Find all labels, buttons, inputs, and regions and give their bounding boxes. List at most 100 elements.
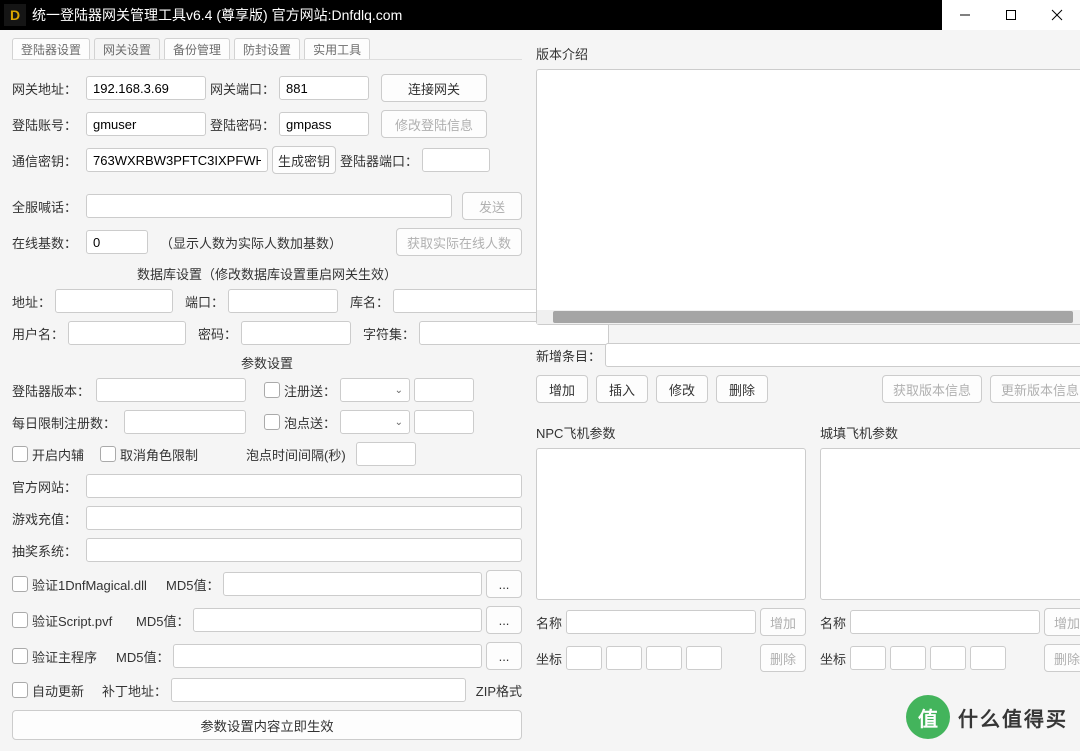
- verify-dll-md5-input[interactable]: [223, 572, 482, 596]
- delete-button[interactable]: 删除: [716, 375, 768, 403]
- send-button[interactable]: 发送: [462, 192, 522, 220]
- scrollbar-horizontal[interactable]: [537, 310, 1080, 324]
- db-pass-input[interactable]: [241, 321, 351, 345]
- tab-login-settings[interactable]: 登陆器设置: [12, 38, 90, 59]
- connect-gateway-button[interactable]: 连接网关: [381, 74, 487, 102]
- game-recharge-input[interactable]: [86, 506, 522, 530]
- reg-bonus-select[interactable]: ⌄: [340, 378, 410, 402]
- broadcast-input[interactable]: [86, 194, 452, 218]
- tab-bar: 登陆器设置 网关设置 备份管理 防封设置 实用工具: [12, 38, 522, 60]
- reg-bonus-checkbox[interactable]: [264, 382, 280, 398]
- onlinebase-hint: （显示人数为实际人数加基数）: [160, 233, 342, 252]
- db-name-label: 库名：: [350, 292, 389, 311]
- verify-main-md5-input[interactable]: [173, 644, 482, 668]
- tab-antiban[interactable]: 防封设置: [234, 38, 300, 59]
- add-button[interactable]: 增加: [536, 375, 588, 403]
- minimize-button[interactable]: [942, 0, 988, 30]
- npc-coord-4[interactable]: [686, 646, 722, 670]
- tab-gateway-settings[interactable]: 网关设置: [94, 38, 160, 59]
- bubble-interval-input[interactable]: [356, 442, 416, 466]
- verify-main-browse-button[interactable]: ...: [486, 642, 522, 670]
- db-addr-input[interactable]: [55, 289, 173, 313]
- verify-pvf-checkbox[interactable]: [12, 612, 28, 628]
- verify-dll-browse-button[interactable]: ...: [486, 570, 522, 598]
- auto-update-label: 自动更新: [32, 681, 84, 700]
- auto-update-checkbox[interactable]: [12, 682, 28, 698]
- daily-reg-input[interactable]: [124, 410, 246, 434]
- close-button[interactable]: [1034, 0, 1080, 30]
- db-user-input[interactable]: [68, 321, 186, 345]
- official-site-label: 官方网站：: [12, 477, 82, 496]
- city-name-label: 名称: [820, 613, 846, 632]
- new-item-input[interactable]: [605, 343, 1080, 367]
- tab-tools[interactable]: 实用工具: [304, 38, 370, 59]
- reg-bonus-input[interactable]: [414, 378, 474, 402]
- version-label: 登陆器版本：: [12, 381, 92, 400]
- apply-params-button[interactable]: 参数设置内容立即生效: [12, 710, 522, 740]
- bubble-bonus-select[interactable]: ⌄: [340, 410, 410, 434]
- watermark-icon: 值: [906, 695, 950, 739]
- verify-dll-checkbox[interactable]: [12, 576, 28, 592]
- update-version-info-button[interactable]: 更新版本信息: [990, 375, 1080, 403]
- get-version-info-button[interactable]: 获取版本信息: [882, 375, 982, 403]
- db-port-label: 端口：: [185, 292, 224, 311]
- genkey-button[interactable]: 生成密钥: [272, 146, 336, 174]
- city-coord-3[interactable]: [930, 646, 966, 670]
- enable-aid-label: 开启内辅: [32, 445, 84, 464]
- loginport-input[interactable]: [422, 148, 490, 172]
- npc-add-button[interactable]: 增加: [760, 608, 806, 636]
- city-coord-2[interactable]: [890, 646, 926, 670]
- db-port-input[interactable]: [228, 289, 338, 313]
- city-coord-4[interactable]: [970, 646, 1006, 670]
- modify-login-button[interactable]: 修改登陆信息: [381, 110, 487, 138]
- cancel-role-limit-checkbox[interactable]: [100, 446, 116, 462]
- gateway-port-input[interactable]: [279, 76, 369, 100]
- version-textarea[interactable]: [536, 69, 1080, 325]
- city-del-button[interactable]: 删除: [1044, 644, 1080, 672]
- bubble-bonus-input[interactable]: [414, 410, 474, 434]
- version-input[interactable]: [96, 378, 246, 402]
- verify-pvf-browse-button[interactable]: ...: [486, 606, 522, 634]
- login-pass-input[interactable]: [279, 112, 369, 136]
- bubble-interval-label: 泡点时间间隔(秒): [246, 445, 346, 464]
- city-list[interactable]: [820, 448, 1080, 600]
- zip-label: ZIP格式: [476, 681, 522, 700]
- login-user-input[interactable]: [86, 112, 206, 136]
- commkey-input[interactable]: [86, 148, 268, 172]
- lottery-input[interactable]: [86, 538, 522, 562]
- gateway-addr-input[interactable]: [86, 76, 206, 100]
- title-bar: D 统一登陆器网关管理工具v6.4 (尊享版) 官方网站:Dnfdlq.com: [0, 0, 1080, 30]
- insert-button[interactable]: 插入: [596, 375, 648, 403]
- enable-aid-checkbox[interactable]: [12, 446, 28, 462]
- npc-list[interactable]: [536, 448, 806, 600]
- get-online-button[interactable]: 获取实际在线人数: [396, 228, 522, 256]
- chevron-down-icon: ⌄: [395, 385, 403, 396]
- bubble-bonus-checkbox[interactable]: [264, 414, 280, 430]
- city-name-input[interactable]: [850, 610, 1040, 634]
- edit-button[interactable]: 修改: [656, 375, 708, 403]
- npc-panel-title: NPC飞机参数: [536, 423, 806, 442]
- db-pass-label: 密码：: [198, 324, 237, 343]
- login-pass-label: 登陆密码：: [210, 115, 275, 134]
- game-recharge-label: 游戏充值：: [12, 509, 82, 528]
- verify-main-checkbox[interactable]: [12, 648, 28, 664]
- gateway-addr-label: 网关地址：: [12, 79, 82, 98]
- patch-addr-label: 补丁地址：: [102, 681, 167, 700]
- verify-pvf-md5-label: MD5值：: [136, 611, 189, 630]
- npc-coord-1[interactable]: [566, 646, 602, 670]
- gateway-port-label: 网关端口：: [210, 79, 275, 98]
- npc-name-input[interactable]: [566, 610, 756, 634]
- patch-addr-input[interactable]: [171, 678, 466, 702]
- verify-pvf-md5-input[interactable]: [193, 608, 482, 632]
- city-coord-1[interactable]: [850, 646, 886, 670]
- maximize-button[interactable]: [988, 0, 1034, 30]
- tab-backup[interactable]: 备份管理: [164, 38, 230, 59]
- onlinebase-input[interactable]: [86, 230, 148, 254]
- npc-coord-2[interactable]: [606, 646, 642, 670]
- commkey-label: 通信密钥：: [12, 151, 82, 170]
- official-site-input[interactable]: [86, 474, 522, 498]
- window-title: 统一登陆器网关管理工具v6.4 (尊享版) 官方网站:Dnfdlq.com: [32, 5, 942, 25]
- npc-coord-3[interactable]: [646, 646, 682, 670]
- city-add-button[interactable]: 增加: [1044, 608, 1080, 636]
- npc-del-button[interactable]: 删除: [760, 644, 806, 672]
